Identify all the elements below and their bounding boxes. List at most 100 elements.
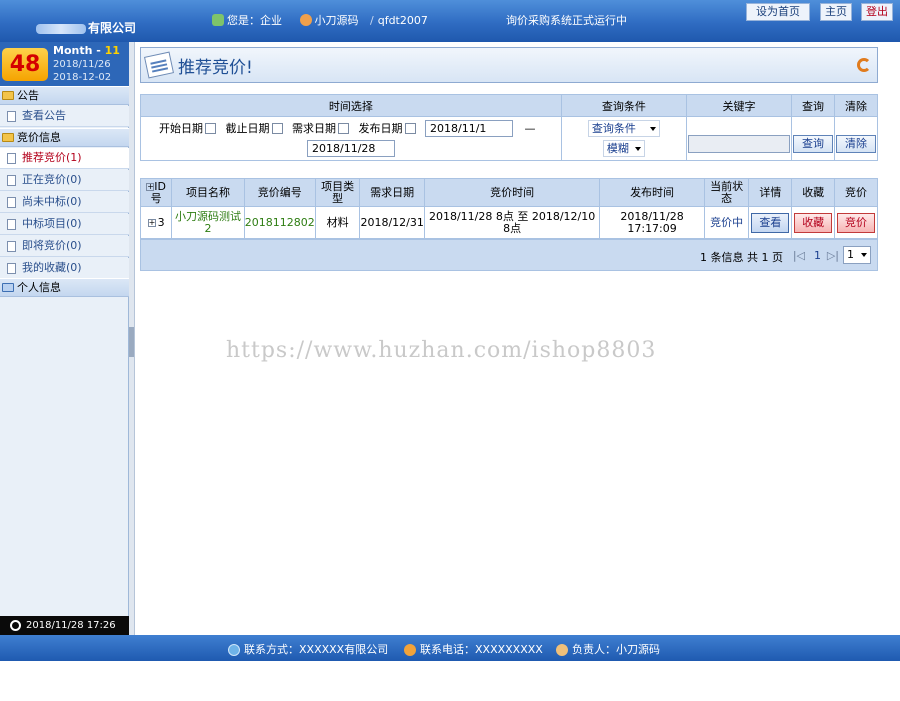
need-date-label: 需求日期 [292,121,336,135]
end-date-checkbox[interactable] [271,123,283,134]
keyword-input[interactable] [688,134,791,153]
row-bid-time: 2018/11/28 8点 至 2018/12/10 8点 [423,206,601,239]
col-need-date: 需求日期 [359,178,425,207]
col-bid-time: 竞价时间 [423,178,601,207]
company-logo [36,23,86,34]
footer-contact-text: 联系方式：XXXXXX有限公司 [244,643,389,656]
col-favorite: 收藏 [791,178,836,207]
page-titlebar: 推荐竞价! [140,47,878,83]
bid-list-table: +ID号 项目名称 竞价编号 项目类型 需求日期 竞价时间 发布时间 当前状态 … [139,178,878,239]
document-icon [7,111,16,122]
favorite-button[interactable]: 收藏 [794,212,833,233]
header-query: 查询 [791,94,835,117]
last-page-icon[interactable]: ▷| [827,249,839,262]
clock-icon [10,620,21,631]
sidebar-section-personal[interactable]: 个人信息 [0,278,129,297]
query-button[interactable]: 查询 [793,134,833,153]
watermark-text: https://www.huzhan.com/ishop8803 [226,338,657,363]
clock-time: 2018/11/28 17:26 [26,620,116,631]
chevron-down-icon [861,253,867,257]
current-page-link[interactable]: 1 [814,249,821,262]
header-clear: 清除 [833,94,879,117]
match-select-value: 模糊 [606,142,629,155]
week-number: 48 [2,48,48,81]
row-code: 2018112802 [243,206,316,239]
company-name: 有限公司 [36,19,136,36]
sidebar-item-label: 尚未中标(0) [22,195,82,208]
footer-owner: 负责人：小刀源码 [556,641,660,657]
top-header: 有限公司 您是：企业 小刀源码 / qfdt2007 询价采购系统正式运行中 设为… [0,0,900,42]
month-number: 11 [104,44,120,57]
row-id-cell: +3 [139,206,173,239]
document-icon [7,197,16,208]
greeting-label: 您是： [227,14,260,27]
row-name[interactable]: 小刀源码测试2 [171,206,245,239]
row-bid-cell: 竞价 [834,206,878,239]
sidebar-item-not-won[interactable]: 尚未中标(0) [0,192,129,213]
section-label: 公告 [17,89,39,102]
condition-filters: 查询条件 模糊 [560,116,688,161]
table-header-row: +ID号 项目名称 竞价编号 项目类型 需求日期 竞价时间 发布时间 当前状态 … [139,178,878,207]
document-icon [7,241,16,252]
user-role: 企业 [260,14,282,27]
first-page-icon[interactable]: |◁ [793,249,805,262]
refresh-icon[interactable] [857,58,871,72]
user-id: qfdt2007 [377,13,428,27]
sidebar-item-ongoing[interactable]: 正在竞价(0) [0,170,129,191]
footer: 联系方式：XXXXXX有限公司 联系电话：XXXXXXXXX 负责人：小刀源码 [0,635,900,661]
need-date-checkbox[interactable] [338,123,349,134]
header-condition: 查询条件 [560,94,688,117]
logout-button[interactable]: 登出 [861,3,893,21]
condition-select-value: 查询条件 [591,122,636,135]
expand-row-icon[interactable]: + [147,218,156,227]
pagination-info: 1 条信息 共 1 页 [700,251,783,264]
sidebar-section-bidding[interactable]: 竞价信息 [0,128,129,147]
clear-cell: 清除 [833,116,879,161]
sidebar-item-upcoming[interactable]: 即将竞价(0) [0,236,129,257]
sidebar-item-won[interactable]: 中标项目(0) [0,214,129,235]
view-detail-button[interactable]: 查看 [751,212,790,233]
sidebar-item-view-announcement[interactable]: 查看公告 [0,106,129,127]
collapse-handle[interactable] [129,327,134,357]
user-separator: / [370,13,374,27]
sidebar-item-label: 中标项目(0) [22,217,82,230]
start-date-checkbox[interactable] [205,123,216,134]
folder-icon [2,283,14,292]
week-end-date: 2018-12-02 [53,72,112,83]
month-label: Month - 11 [53,44,120,57]
document-icon [7,175,16,186]
table-row: +3 小刀源码测试2 2018112802 材料 2018/12/31 2018… [139,206,878,239]
main-content: 推荐竞价! 时间选择 查询条件 关键字 查询 清除 开始日期 截止日期 需求日期… [136,42,900,635]
clear-button[interactable]: 清除 [835,134,876,153]
sidebar-item-label: 正在竞价(0) [22,173,82,186]
publish-date-label: 发布日期 [358,121,403,135]
home-button[interactable]: 主页 [820,3,852,21]
page-select[interactable]: 1 [843,246,871,264]
row-favorite-cell: 收藏 [791,206,836,239]
sidebar-item-label: 查看公告 [22,109,66,122]
search-panel: 时间选择 查询条件 关键字 查询 清除 开始日期 截止日期 需求日期 发布日期 … [140,94,879,161]
match-select[interactable]: 模糊 [602,140,645,157]
folder-open-icon [2,133,14,142]
publish-date-checkbox[interactable] [404,123,416,134]
bid-button[interactable]: 竞价 [837,212,876,233]
sidebar-splitter[interactable] [129,42,135,635]
sidebar-section-announcement[interactable]: 公告 [0,86,129,105]
row-status: 竞价中 [703,206,750,239]
user-icon [299,14,312,26]
row-type: 材料 [314,206,361,239]
chevron-down-icon [649,127,656,131]
company-suffix: 有限公司 [88,21,137,35]
date-widget: 48 Month - 11 2018/11/26 2018-12-02 [0,42,129,86]
condition-select[interactable]: 查询条件 [587,120,660,137]
footer-owner-text: 负责人：小刀源码 [572,643,660,656]
footer-phone-text: 联系电话：XXXXXXXXX [420,643,543,656]
set-homepage-button[interactable]: 设为首页 [746,3,810,21]
sidebar-item-recommended[interactable]: 推荐竞价(1) [0,148,129,169]
date-to-input[interactable]: 2018/11/28 [307,139,395,157]
date-separator: — [524,121,536,135]
date-from-input[interactable]: 2018/11/1 [425,120,513,137]
sidebar-item-favorites[interactable]: 我的收藏(0) [0,258,129,279]
month-prefix: Month - [53,44,105,57]
footer-phone: 联系电话：XXXXXXXXX [404,641,543,657]
